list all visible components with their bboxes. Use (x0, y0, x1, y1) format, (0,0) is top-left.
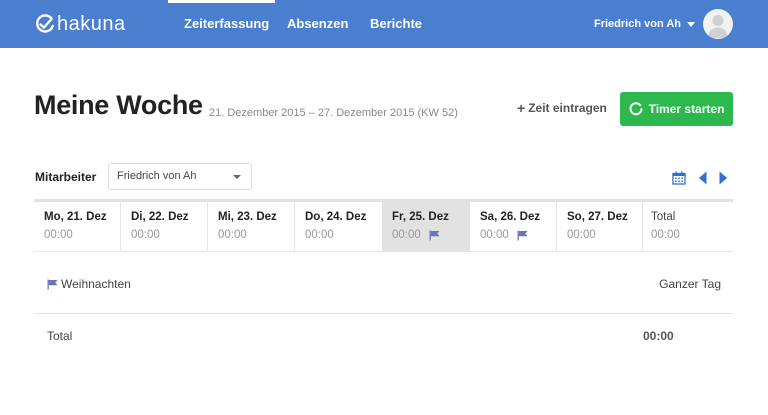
week-total: Total 00:00 (643, 202, 733, 251)
triangle-right-icon (719, 171, 727, 185)
triangle-left-icon (699, 171, 707, 185)
user-name: Friedrich von Ah (594, 18, 681, 30)
employee-label: Mitarbeiter (35, 170, 97, 184)
day-time: 00:00 (392, 229, 421, 241)
flag-icon (47, 279, 58, 289)
caret-down-icon (687, 21, 695, 27)
calendar-icon[interactable] (672, 171, 686, 190)
day-time: 00:00 (218, 229, 247, 241)
day-time: 00:00 (131, 229, 160, 241)
flag-icon (517, 230, 528, 240)
chevron-down-icon (233, 175, 241, 179)
user-menu[interactable]: Friedrich von Ah (594, 0, 695, 48)
day-tab-friday[interactable]: Fr, 25. Dez 00:00 (382, 202, 470, 251)
nav-tab-absenzen[interactable]: Absenzen (287, 0, 348, 48)
day-tab-monday[interactable]: Mo, 21. Dez 00:00 (34, 202, 121, 251)
day-time: 00:00 (567, 229, 596, 241)
week-date-range: 21. Dezember 2015 – 27. Dezember 2015 (K… (209, 107, 458, 119)
start-timer-button[interactable]: Timer starten (620, 92, 733, 126)
day-name: Fr, 25. Dez (392, 211, 449, 223)
day-time: 00:00 (480, 229, 509, 241)
day-name: Do, 24. Dez (305, 211, 367, 223)
week-total-time: 00:00 (651, 229, 680, 241)
previous-week-button[interactable] (698, 171, 708, 190)
user-silhouette-icon (708, 15, 728, 38)
day-name: So, 27. Dez (567, 211, 628, 223)
add-time-button[interactable]: + Zeit eintragen (517, 101, 607, 115)
top-navbar: hakuna Zeiterfassung Absenzen Berichte F… (0, 0, 768, 48)
day-tab-sunday[interactable]: So, 27. Dez 00:00 (557, 202, 643, 251)
employee-select[interactable]: Friedrich von Ah (108, 163, 252, 190)
next-week-button[interactable] (718, 171, 728, 190)
day-tab-saturday[interactable]: Sa, 26. Dez 00:00 (470, 202, 557, 251)
day-tab-wednesday[interactable]: Mi, 23. Dez 00:00 (208, 202, 295, 251)
day-tab-thursday[interactable]: Do, 24. Dez 00:00 (295, 202, 382, 251)
spinner-icon (629, 102, 643, 116)
employee-selected-value: Friedrich von Ah (117, 170, 197, 182)
day-time: 00:00 (44, 229, 73, 241)
summary-total-label: Total (47, 329, 73, 343)
entry-name: Weihnachten (61, 277, 131, 291)
summary-total-value: 00:00 (643, 329, 674, 343)
hakuna-logo[interactable]: hakuna (35, 13, 126, 35)
entry-duration: Ganzer Tag (659, 277, 721, 291)
absence-entry-row[interactable]: Weihnachten Ganzer Tag (34, 262, 733, 314)
nav-tab-berichte[interactable]: Berichte (370, 0, 422, 48)
day-name: Sa, 26. Dez (480, 211, 541, 223)
week-total-label: Total (651, 211, 676, 223)
day-time: 00:00 (305, 229, 334, 241)
day-name: Mo, 21. Dez (44, 211, 107, 223)
nav-tab-zeiterfassung[interactable]: Zeiterfassung (184, 0, 269, 48)
avatar[interactable] (703, 9, 733, 39)
day-tab-tuesday[interactable]: Di, 22. Dez 00:00 (121, 202, 208, 251)
flag-icon (429, 230, 440, 240)
logo-text: hakuna (57, 13, 126, 35)
logo-mark-icon (36, 14, 54, 33)
day-name: Mi, 23. Dez (218, 211, 277, 223)
start-timer-label: Timer starten (648, 102, 725, 116)
add-time-label: Zeit eintragen (528, 101, 607, 115)
plus-icon: + (517, 100, 526, 116)
page-title: Meine Woche (34, 90, 203, 120)
week-day-strip: Mo, 21. Dez 00:00 Di, 22. Dez 00:00 Mi, … (34, 199, 733, 252)
day-name: Di, 22. Dez (131, 211, 189, 223)
